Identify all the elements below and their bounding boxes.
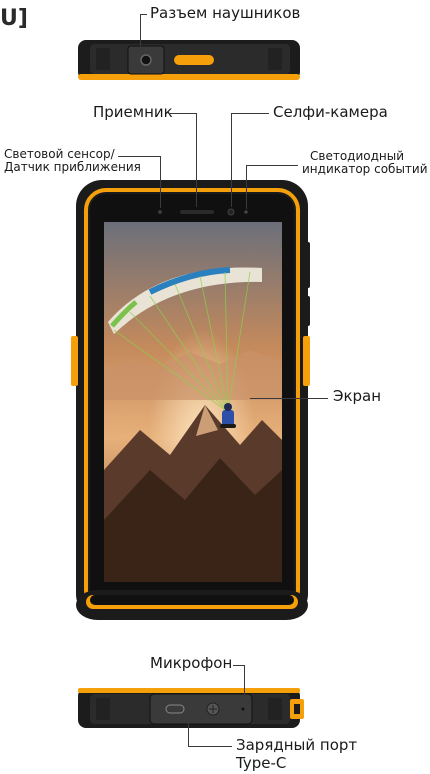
usb-type-c-icon — [165, 704, 185, 714]
receiver-label: Приемник — [93, 103, 173, 121]
selfie-camera-label: Селфи-камера — [273, 103, 388, 121]
microphone-label: Микрофон — [150, 654, 233, 672]
headphone-jack-leader-h — [140, 14, 147, 15]
led-indicator-label-line2: индикатор событий — [302, 162, 428, 176]
charging-port-label-line1: Зарядный порт — [236, 736, 358, 754]
headphone-jack-leader-v — [140, 14, 141, 48]
receiver-leader-v — [196, 113, 197, 207]
charging-port-leader-h — [188, 746, 232, 747]
microphone-leader-v — [244, 665, 245, 703]
selfie-camera-leader-v — [231, 113, 232, 207]
light-sensor-label-line2: Датчик приближения — [4, 160, 141, 174]
charging-port-label-line2: Type-C — [236, 754, 287, 772]
charging-port-leader-v — [188, 716, 189, 746]
led-indicator-leader-h — [246, 165, 298, 166]
charging-port-cover — [149, 693, 253, 725]
lanyard-hole — [290, 699, 304, 719]
light-sensor-leader-h — [118, 156, 160, 157]
cover-screw-icon — [206, 702, 220, 716]
key-button-top — [174, 55, 214, 65]
screen-leader — [250, 398, 328, 399]
receiver-grille — [180, 210, 214, 214]
light-sensor-icon — [158, 210, 162, 214]
corner-fragment-text: U] — [0, 6, 28, 31]
headphone-jack-label: Разъем наушников — [150, 4, 301, 22]
paraglider-pilot — [220, 403, 236, 428]
screen-label: Экран — [333, 387, 382, 405]
selfie-camera-icon — [227, 208, 235, 216]
headphone-jack-icon — [140, 54, 152, 66]
screen-wallpaper — [104, 222, 282, 582]
led-indicator-leader-v — [246, 165, 247, 209]
microphone-leader-h — [233, 665, 244, 666]
light-sensor-leader-v — [160, 156, 161, 208]
microphone-icon — [241, 707, 245, 711]
selfie-camera-leader-h — [231, 113, 269, 114]
receiver-leader-h — [170, 113, 196, 114]
top-edge-body — [78, 40, 300, 80]
led-indicator-icon — [244, 210, 248, 214]
